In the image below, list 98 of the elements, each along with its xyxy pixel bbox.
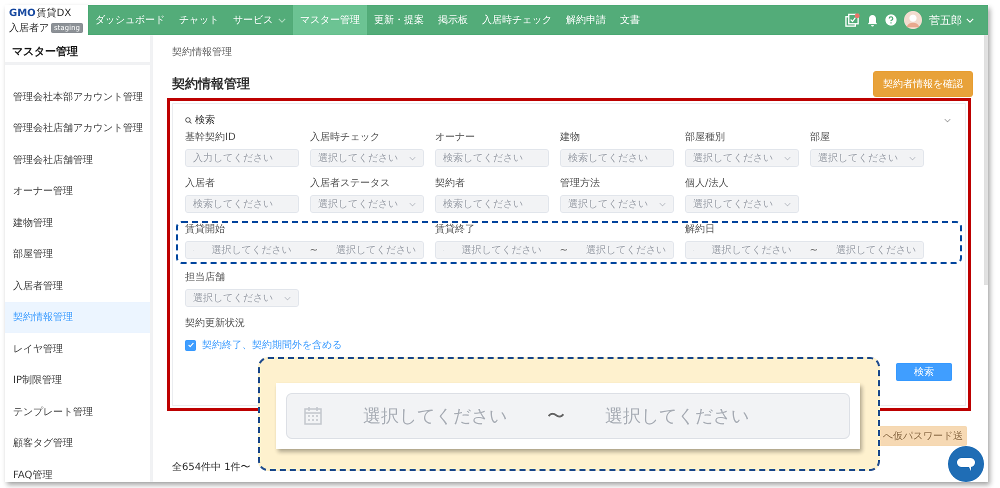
caret-icon <box>409 202 416 206</box>
select-field[interactable]: 選択してください <box>185 289 299 307</box>
sidebar-item[interactable]: 管理会社本部アカウント管理 <box>5 81 150 112</box>
end-date-placeholder: 選択してください <box>605 405 749 428</box>
date-range-field[interactable]: 選択してください ~ 選択してください <box>435 241 674 259</box>
caret-icon <box>784 156 791 160</box>
nav-tab[interactable]: マスター管理 <box>293 5 367 35</box>
caret-icon <box>278 18 286 22</box>
sidebar-item[interactable]: オーナー管理 <box>5 176 150 207</box>
sidebar-item[interactable]: テンプレート管理 <box>5 396 150 428</box>
text-field[interactable]: 検索してください <box>560 149 674 167</box>
chat-icon <box>956 456 976 472</box>
field-label: 建物 <box>560 132 581 144</box>
nav-tab[interactable]: ダッシュボード <box>88 5 172 35</box>
page-title: 契約情報管理 <box>172 76 250 93</box>
checkbox[interactable] <box>185 340 196 350</box>
help-icon[interactable] <box>885 14 897 26</box>
end-date-placeholder: 選択してください <box>586 244 666 257</box>
caret-icon <box>284 296 291 300</box>
field-label: 賃貸開始 <box>185 224 226 236</box>
sidebar-item[interactable]: 管理会社店舗管理 <box>5 144 150 176</box>
caret-icon <box>659 202 666 206</box>
select-field[interactable]: 選択してください <box>310 195 424 213</box>
field-label: 契約者 <box>435 178 466 190</box>
sidebar-title: マスター管理 <box>5 35 150 65</box>
breadcrumb[interactable]: 契約情報管理 <box>172 45 975 59</box>
field-label: 入居時チェック <box>310 132 381 144</box>
sidebar-item[interactable]: 部屋管理 <box>5 238 150 270</box>
chevron-icon[interactable] <box>944 118 951 122</box>
field-label: 入居者 <box>185 178 216 190</box>
logo-brand: GMO <box>9 8 36 18</box>
select-field[interactable]: 選択してください <box>810 149 924 167</box>
field-label: 契約更新状況 <box>185 318 246 330</box>
field-label: 部屋種別 <box>685 132 726 144</box>
range-separator: ~ <box>310 244 318 256</box>
sidebar-item[interactable]: レイヤ管理 <box>5 333 150 364</box>
select-field[interactable]: 選択してください <box>685 195 799 213</box>
field-label: 解約日 <box>685 224 716 236</box>
field-label: 賃貸終了 <box>435 224 476 236</box>
end-date-placeholder: 選択してください <box>336 244 416 257</box>
nav-tab[interactable]: 掲示板 <box>431 5 475 35</box>
select-field[interactable]: 選択してください <box>560 195 674 213</box>
caret-icon <box>966 18 974 22</box>
nav-tab[interactable]: 更新・提案 <box>367 5 431 35</box>
sidebar-item[interactable]: 顧客タグ管理 <box>5 428 150 459</box>
avatar-icon[interactable] <box>904 11 922 29</box>
text-field[interactable]: 検索してください <box>435 195 549 213</box>
text-field[interactable]: 検索してください <box>185 195 299 213</box>
search-toggle[interactable]: 検索 <box>185 113 215 127</box>
logo-product: 賃貸DX <box>36 6 72 20</box>
start-date-placeholder: 選択してください <box>212 244 292 257</box>
start-date-placeholder: 選択してください <box>462 244 542 257</box>
checkbox-label[interactable]: 契約終了、契約期間外を含める <box>202 338 342 352</box>
user-menu[interactable]: 菅五郎 <box>929 12 974 28</box>
sidebar-item[interactable]: 建物管理 <box>5 207 150 238</box>
select-field[interactable]: 選択してください <box>310 149 424 167</box>
caret-icon <box>909 156 916 160</box>
result-count: 全654件中 1件〜 <box>172 460 251 474</box>
sidebar-item[interactable]: FAQ管理 <box>5 459 150 482</box>
check-icon <box>186 341 194 349</box>
caret-icon <box>784 202 791 206</box>
date-range-field[interactable]: 選択してください ~ 選択してください <box>185 241 424 259</box>
range-separator: ~ <box>560 244 568 256</box>
field-label: 管理方法 <box>560 178 601 190</box>
search-icon <box>185 116 192 124</box>
nav-tab[interactable]: 入居時チェック <box>475 5 559 35</box>
sidebar-item[interactable]: 契約情報管理 <box>5 302 150 333</box>
field-label: 入居者ステータス <box>310 178 391 190</box>
field-label: 個人/法人 <box>685 178 730 190</box>
field-label: 基幹契約ID <box>185 132 237 144</box>
range-separator: ~ <box>810 244 818 256</box>
nav-tab[interactable]: サービス <box>226 5 293 35</box>
chat-button[interactable] <box>948 446 984 482</box>
sidebar-item[interactable]: 管理会社店舗アカウント管理 <box>5 112 150 144</box>
date-range-field[interactable]: 選択してください ~ 選択してください <box>685 241 924 259</box>
confirm-button[interactable]: 契約者情報を確認 <box>873 71 973 97</box>
logo-subtitle: 入居者ア <box>9 22 49 34</box>
search-button[interactable]: 検索 <box>896 363 952 381</box>
field-label: 部屋 <box>810 132 831 144</box>
start-date-placeholder: 選択してください <box>712 244 792 257</box>
bell-icon[interactable] <box>867 14 878 26</box>
caret-icon <box>409 156 416 160</box>
send-password-button[interactable]: へ仮パスワード送 <box>879 426 967 446</box>
text-field[interactable]: 検索してください <box>435 149 549 167</box>
nav-tab[interactable]: 文書 <box>613 5 647 35</box>
select-field[interactable]: 選択してください <box>685 149 799 167</box>
date-range-field[interactable]: 選択してください 〜 選択してください <box>286 393 850 439</box>
start-date-placeholder: 選択してください <box>363 405 507 428</box>
field-label: オーナー <box>435 132 476 144</box>
tasks-icon[interactable] <box>845 12 860 28</box>
nav-tab[interactable]: チャット <box>172 5 226 35</box>
end-date-placeholder: 選択してください <box>836 244 916 257</box>
sidebar-item[interactable]: IP制限管理 <box>5 364 150 396</box>
text-field[interactable]: 入力してください <box>185 149 299 167</box>
nav-tab[interactable]: 解約申請 <box>559 5 613 35</box>
sidebar-item[interactable]: 入居者管理 <box>5 270 150 302</box>
field-label: 担当店舗 <box>185 272 226 284</box>
range-separator: 〜 <box>547 405 565 428</box>
